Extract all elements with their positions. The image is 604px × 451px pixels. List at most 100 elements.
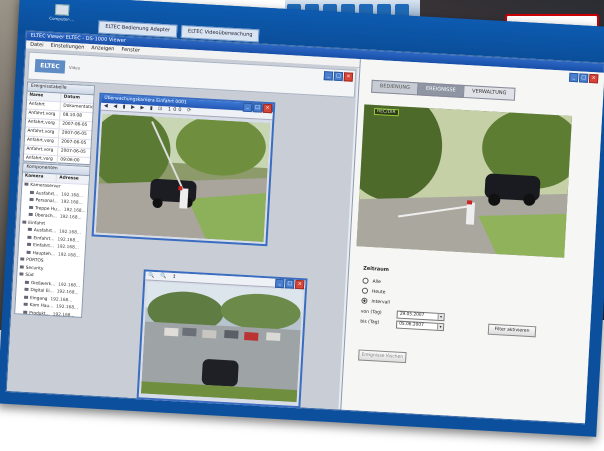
window-controls: _ □ × — [323, 71, 354, 82]
close-icon[interactable]: × — [343, 72, 354, 82]
desktop-computer-icon[interactable]: Computer-... — [48, 3, 75, 25]
monitor-screen: Computer-... ELTEC Bedienung Adapter ELT… — [0, 0, 604, 437]
delete-events-button[interactable]: Ereignisse löschen — [358, 349, 407, 364]
right-maximize-icon[interactable]: □ — [578, 73, 589, 83]
camera-icon — [28, 212, 33, 217]
screenshot: MICHELIN Computer-... ELTEC Bedienung Ad… — [0, 0, 604, 451]
toolbar-label: Video — [68, 64, 81, 71]
camera-icon — [29, 205, 34, 209]
tree-item-address: 192.168... — [58, 229, 82, 236]
video-window-parking[interactable]: 🔍 🔍 ↕ _ □ × — [136, 269, 308, 409]
tree-item-label: Security — [25, 265, 44, 272]
video-close-icon[interactable]: × — [262, 103, 273, 114]
filter-activate-button[interactable]: Filter aktivieren — [487, 323, 537, 338]
from-date-value: 29.05.2007 — [399, 311, 425, 319]
camera-icon — [27, 235, 32, 239]
folder-icon — [19, 272, 24, 276]
from-date-input[interactable]: 29.05.2007 ▾ — [396, 310, 445, 322]
maximize-icon[interactable]: □ — [333, 71, 344, 82]
tree-item-label: Ausfahrt... — [35, 190, 59, 197]
tree-item-label: Einfahrt — [28, 220, 46, 227]
radio-intervall-circle[interactable] — [361, 297, 368, 304]
tree-item-label: Einfahrt... — [32, 243, 55, 250]
from-date-dropdown-icon[interactable]: ▾ — [437, 313, 444, 321]
tree-item-address: 192.168... — [59, 214, 82, 221]
tree-item-label: Ausfahrt... — [33, 228, 57, 235]
camera-icon — [24, 280, 30, 284]
camera-icon — [24, 295, 29, 299]
tree-item-address: 192.168... — [57, 236, 80, 244]
right-pane: BEDIENUNG EREIGNISSE VERWALTUNG REC/DIR … — [340, 59, 604, 424]
right-window-controls: _ □ × — [568, 72, 599, 84]
left-pane: ELTEC Video _ □ × Ereignisstabelle Name … — [6, 48, 358, 410]
to-date-dropdown-icon[interactable]: ▾ — [436, 323, 444, 331]
camera-icon — [26, 242, 32, 247]
camera-icon — [24, 287, 29, 291]
tree-item-label: Kam Hau... — [29, 303, 54, 310]
tree-item-label: Gießwerk... — [30, 280, 56, 287]
radio-intervall[interactable]: Intervall — [361, 297, 390, 306]
tab-bedienung[interactable]: BEDIENUNG — [371, 79, 419, 96]
tree-item-address: 192.168... — [50, 296, 73, 303]
preview-overlay-tag: REC/DIR — [373, 107, 399, 117]
tree-item-address: 192.168... — [61, 192, 84, 199]
radio-alle[interactable]: Alle — [362, 277, 381, 286]
video-maximize-icon[interactable]: □ — [252, 103, 263, 113]
radio-heute-circle[interactable] — [361, 287, 369, 294]
video-minimize-icon[interactable]: _ — [242, 102, 253, 113]
tree-item-address: 192.168... — [60, 199, 83, 206]
camera-icon — [27, 227, 32, 232]
folder-icon — [19, 264, 24, 269]
camera-icon — [29, 190, 35, 194]
video-window-controls: _ □ × — [242, 102, 273, 114]
tree-item-address: 192.168... — [56, 244, 79, 251]
tree-item-label: Treppe Hu... — [34, 205, 61, 213]
tree-item-address: 192.168... — [52, 311, 75, 319]
camera-image-entrance — [95, 113, 271, 242]
desktop-icon-label: Computer-... — [49, 15, 75, 23]
tree-item-label: PORTOS — [26, 257, 44, 264]
camera-icon — [29, 197, 34, 202]
main-window: ELTEC Viewer ELTEC - DS-1000 Viewer Date… — [5, 30, 604, 425]
camera-icon — [23, 310, 28, 314]
video2-close-icon[interactable]: × — [294, 279, 305, 290]
video-window-entrance[interactable]: Überwachungskamera Einfahrt 0001 ◀ ◀ ▮ ▶… — [91, 92, 276, 247]
folder-icon — [20, 257, 25, 261]
tree-item-label: Eingang — [29, 295, 48, 302]
radio-intervall-label: Intervall — [371, 299, 390, 306]
video2-maximize-icon[interactable]: □ — [284, 279, 295, 289]
radio-alle-circle[interactable] — [362, 277, 369, 284]
tab-verwaltung[interactable]: VERWALTUNG — [462, 84, 516, 101]
folder-icon — [24, 182, 29, 186]
from-label: von (Tag) — [360, 309, 382, 316]
to-label: bis (Tag) — [360, 319, 380, 326]
zeitraum-label: Zeitraum — [363, 265, 390, 274]
event-preview-image: REC/DIR — [356, 104, 573, 258]
radio-heute[interactable]: Heute — [361, 287, 386, 296]
camera-icon — [26, 250, 31, 254]
tree-item-label: Personal... — [35, 198, 58, 205]
to-date-input[interactable]: 05.06.2007 ▾ — [395, 320, 445, 332]
tree-item-label: Haupteh... — [32, 250, 56, 257]
video2-minimize-icon[interactable]: _ — [275, 278, 285, 289]
tree-item-address: 192.168... — [63, 207, 86, 214]
to-date-value: 05.06.2007 — [399, 321, 424, 329]
radio-heute-label: Heute — [371, 289, 386, 296]
tree-item-address: 192.168... — [58, 282, 81, 289]
tree-item-label: Süd — [25, 272, 34, 279]
tree-item-label: Kameraserver — [30, 182, 61, 190]
tree-item-label: Produkt... — [29, 310, 50, 317]
radio-alle-label: Alle — [372, 279, 381, 286]
event-list-panel: Ereignisstabelle Name Datum Anfahrt Dokum… — [22, 81, 96, 177]
right-minimize-icon[interactable]: _ — [568, 72, 579, 83]
camera-tree-panel: Komponenten Kamera Adresse Kameraserver A… — [14, 162, 91, 319]
video2-window-controls: _ □ × — [275, 278, 305, 290]
tree-item-address: 192.168... — [56, 304, 79, 311]
minimize-icon[interactable]: _ — [323, 71, 334, 81]
camera-icon — [23, 302, 28, 306]
camera-image-parking — [140, 281, 303, 405]
right-close-icon[interactable]: × — [588, 73, 599, 84]
tree-item-label: Einfahrt... — [33, 235, 55, 242]
tab-ereignisse[interactable]: EREIGNISSE — [416, 82, 465, 98]
tree-item-address: 192.168... — [57, 252, 80, 259]
